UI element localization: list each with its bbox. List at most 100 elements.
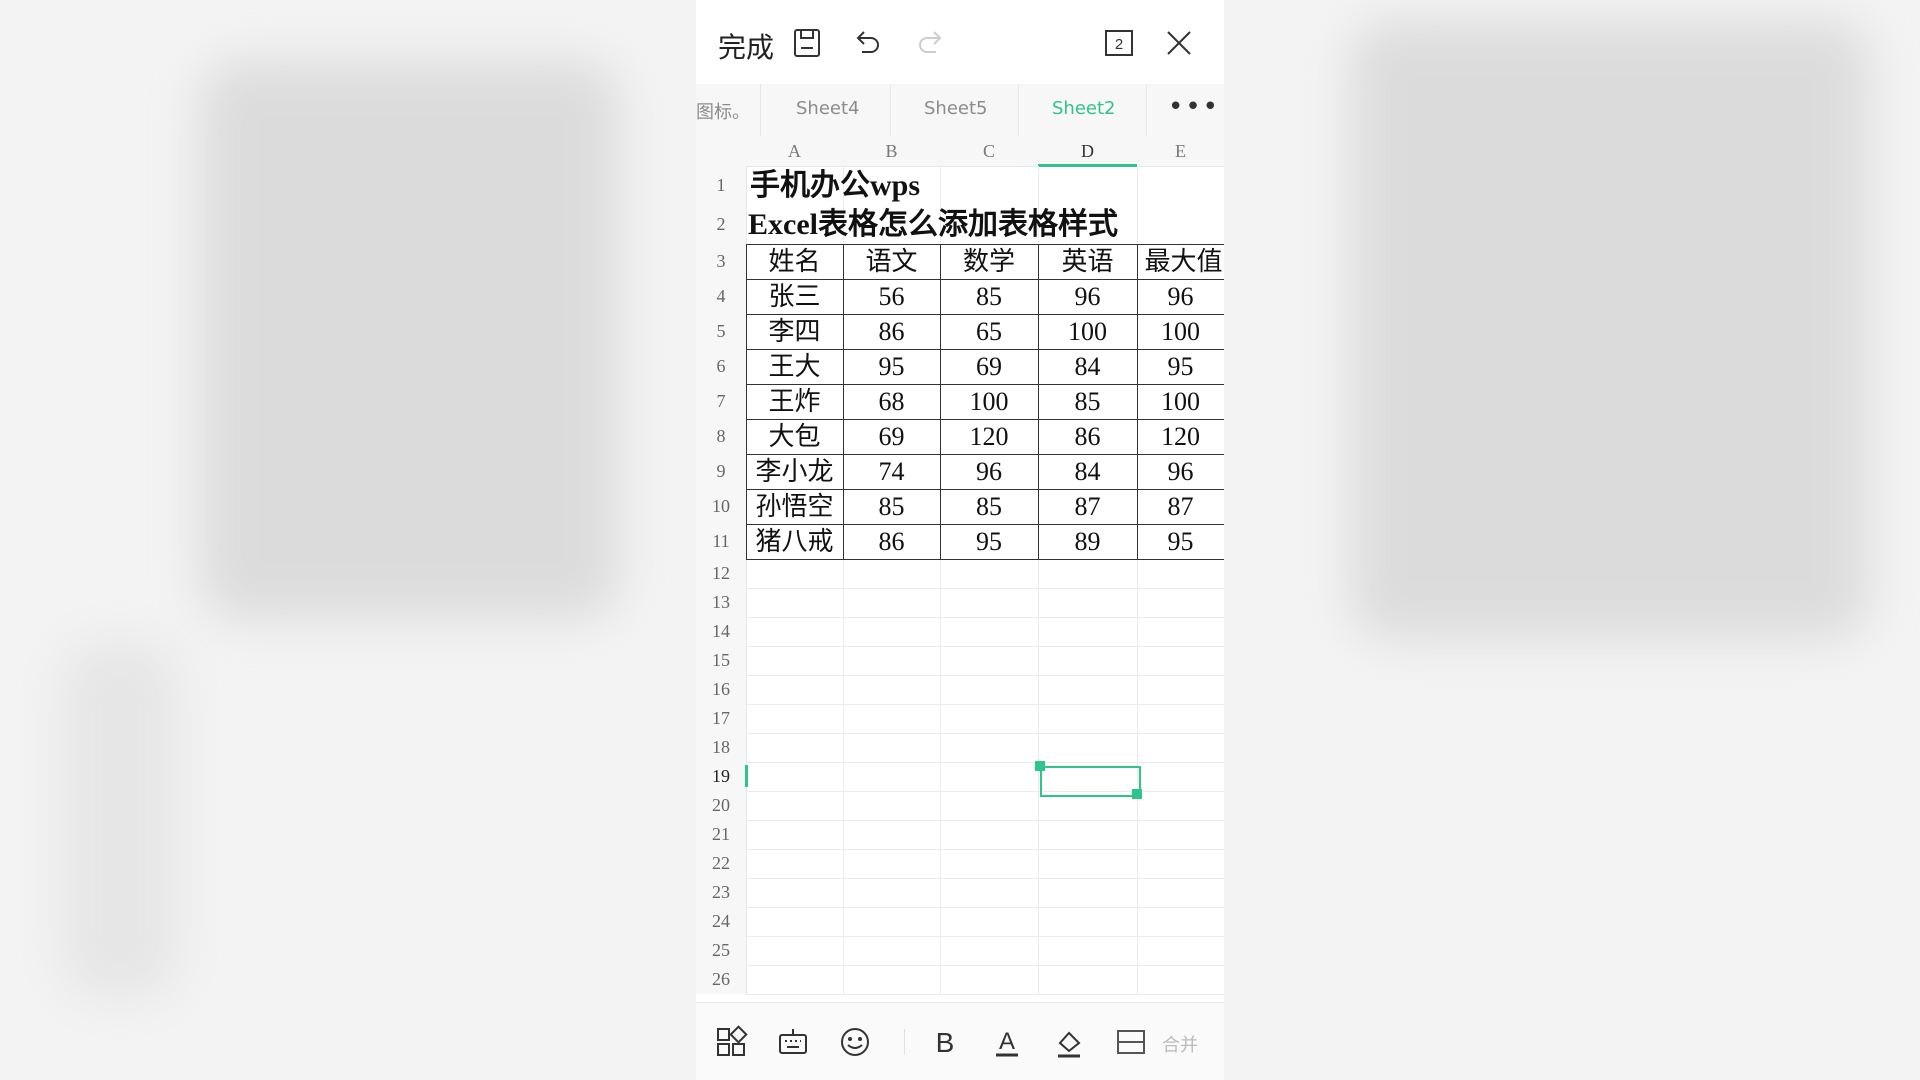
table-data-cell[interactable]: 69: [843, 419, 940, 454]
table-data-cell[interactable]: 85: [940, 489, 1038, 524]
window-count-icon[interactable]: 2: [1102, 26, 1136, 60]
column-header-c[interactable]: C: [940, 136, 1038, 167]
table-data-cell[interactable]: 85: [940, 279, 1038, 314]
table-header-cell[interactable]: 最大值: [1137, 244, 1224, 279]
table-data-cell[interactable]: 100: [940, 384, 1038, 419]
tab-partial[interactable]: 图标。: [696, 98, 750, 124]
sheet-subtitle-cell[interactable]: Excel表格怎么添加表格样式: [748, 205, 1218, 244]
table-data-cell[interactable]: 95: [1137, 524, 1224, 559]
table-data-cell[interactable]: 86: [843, 524, 940, 559]
row-header-23[interactable]: 23: [696, 878, 747, 907]
row-header-25[interactable]: 25: [696, 936, 747, 965]
row-header-8[interactable]: 8: [696, 419, 747, 454]
table-data-cell[interactable]: 86: [843, 314, 940, 349]
spreadsheet-grid[interactable]: ABCDE 1 2 3 4 5 6 7 8 9 10 11 12 13 14 15 16 17 18 19 20 21 2…: [696, 136, 1224, 1002]
table-data-cell[interactable]: 李小龙: [746, 454, 843, 489]
table-data-cell[interactable]: 96: [1137, 454, 1224, 489]
table-data-cell[interactable]: 84: [1038, 454, 1137, 489]
row-header-19[interactable]: 19: [696, 762, 748, 791]
row-header-2[interactable]: 2: [696, 205, 747, 244]
table-data-cell[interactable]: 张三: [746, 279, 843, 314]
table-header-cell[interactable]: 英语: [1038, 244, 1137, 279]
fill-color-icon[interactable]: [1052, 1025, 1086, 1059]
done-button[interactable]: 完成: [718, 26, 774, 66]
table-data-cell[interactable]: 120: [1137, 419, 1224, 454]
row-header-16[interactable]: 16: [696, 675, 747, 704]
table-data-cell[interactable]: 87: [1137, 489, 1224, 524]
table-data-cell[interactable]: 86: [1038, 419, 1137, 454]
table-data-cell[interactable]: 84: [1038, 349, 1137, 384]
table-data-cell[interactable]: 69: [940, 349, 1038, 384]
font-color-icon[interactable]: A: [990, 1025, 1024, 1059]
row-header-22[interactable]: 22: [696, 849, 747, 878]
table-data-cell[interactable]: 95: [940, 524, 1038, 559]
table-data-cell[interactable]: 89: [1038, 524, 1137, 559]
table-data-cell[interactable]: 猪八戒: [746, 524, 843, 559]
column-header-a[interactable]: A: [746, 136, 843, 167]
select-all-corner[interactable]: [696, 136, 747, 167]
more-tabs-button[interactable]: •••: [1168, 92, 1220, 122]
row-header-3[interactable]: 3: [696, 244, 747, 279]
row-header-18[interactable]: 18: [696, 733, 747, 762]
table-data-cell[interactable]: 74: [843, 454, 940, 489]
table-data-cell[interactable]: 96: [1038, 279, 1137, 314]
row-header-15[interactable]: 15: [696, 646, 747, 675]
sheet-title-cell[interactable]: 手机办公wps: [750, 166, 1170, 205]
table-data-cell[interactable]: 56: [843, 279, 940, 314]
selection-handle-bottom-right[interactable]: [1132, 789, 1142, 799]
row-header-14[interactable]: 14: [696, 617, 747, 646]
column-header-d[interactable]: D: [1038, 136, 1137, 167]
table-data-cell[interactable]: 96: [1137, 279, 1224, 314]
row-header-5[interactable]: 5: [696, 314, 747, 349]
table-data-cell[interactable]: 85: [1038, 384, 1137, 419]
column-header-e[interactable]: E: [1137, 136, 1224, 167]
row-header-13[interactable]: 13: [696, 588, 747, 617]
cell-selection-box[interactable]: [1040, 766, 1141, 797]
table-data-cell[interactable]: 100: [1038, 314, 1137, 349]
redo-icon[interactable]: [914, 26, 948, 60]
table-data-cell[interactable]: 65: [940, 314, 1038, 349]
grid-apps-icon[interactable]: [714, 1025, 748, 1059]
table-data-cell[interactable]: 100: [1137, 314, 1224, 349]
row-header-20[interactable]: 20: [696, 791, 747, 820]
row-header-10[interactable]: 10: [696, 489, 747, 524]
table-data-cell[interactable]: 孙悟空: [746, 489, 843, 524]
keyboard-icon[interactable]: [776, 1025, 810, 1059]
table-header-cell[interactable]: 语文: [843, 244, 940, 279]
table-data-cell[interactable]: 大包: [746, 419, 843, 454]
row-header-9[interactable]: 9: [696, 454, 747, 489]
table-data-cell[interactable]: 96: [940, 454, 1038, 489]
table-data-cell[interactable]: 120: [940, 419, 1038, 454]
row-header-24[interactable]: 24: [696, 907, 747, 936]
table-data-cell[interactable]: 95: [843, 349, 940, 384]
table-data-cell[interactable]: 李四: [746, 314, 843, 349]
tab-sheet5[interactable]: Sheet5: [924, 98, 988, 119]
column-header-b[interactable]: B: [843, 136, 940, 167]
undo-icon[interactable]: [850, 26, 884, 60]
table-header-cell[interactable]: 数学: [940, 244, 1038, 279]
row-header-26[interactable]: 26: [696, 965, 747, 994]
table-data-cell[interactable]: 王大: [746, 349, 843, 384]
row-header-7[interactable]: 7: [696, 384, 747, 419]
table-data-cell[interactable]: 85: [843, 489, 940, 524]
bold-icon[interactable]: B: [928, 1025, 962, 1059]
close-icon[interactable]: [1162, 26, 1196, 60]
row-header-12[interactable]: 12: [696, 559, 747, 588]
selection-handle-top-left[interactable]: [1035, 761, 1045, 771]
save-icon[interactable]: [790, 26, 824, 60]
table-data-cell[interactable]: 王炸: [746, 384, 843, 419]
tab-sheet2[interactable]: Sheet2: [1052, 98, 1116, 119]
table-data-cell[interactable]: 95: [1137, 349, 1224, 384]
row-header-4[interactable]: 4: [696, 279, 747, 314]
row-header-21[interactable]: 21: [696, 820, 747, 849]
table-data-cell[interactable]: 87: [1038, 489, 1137, 524]
row-header-6[interactable]: 6: [696, 349, 747, 384]
row-header-11[interactable]: 11: [696, 524, 747, 559]
row-header-17[interactable]: 17: [696, 704, 747, 733]
table-data-cell[interactable]: 68: [843, 384, 940, 419]
merge-label[interactable]: 合并: [1162, 1031, 1198, 1057]
table-data-cell[interactable]: 100: [1137, 384, 1224, 419]
tab-sheet4[interactable]: Sheet4: [796, 98, 860, 119]
table-header-cell[interactable]: 姓名: [746, 244, 843, 279]
row-header-1[interactable]: 1: [696, 166, 747, 205]
